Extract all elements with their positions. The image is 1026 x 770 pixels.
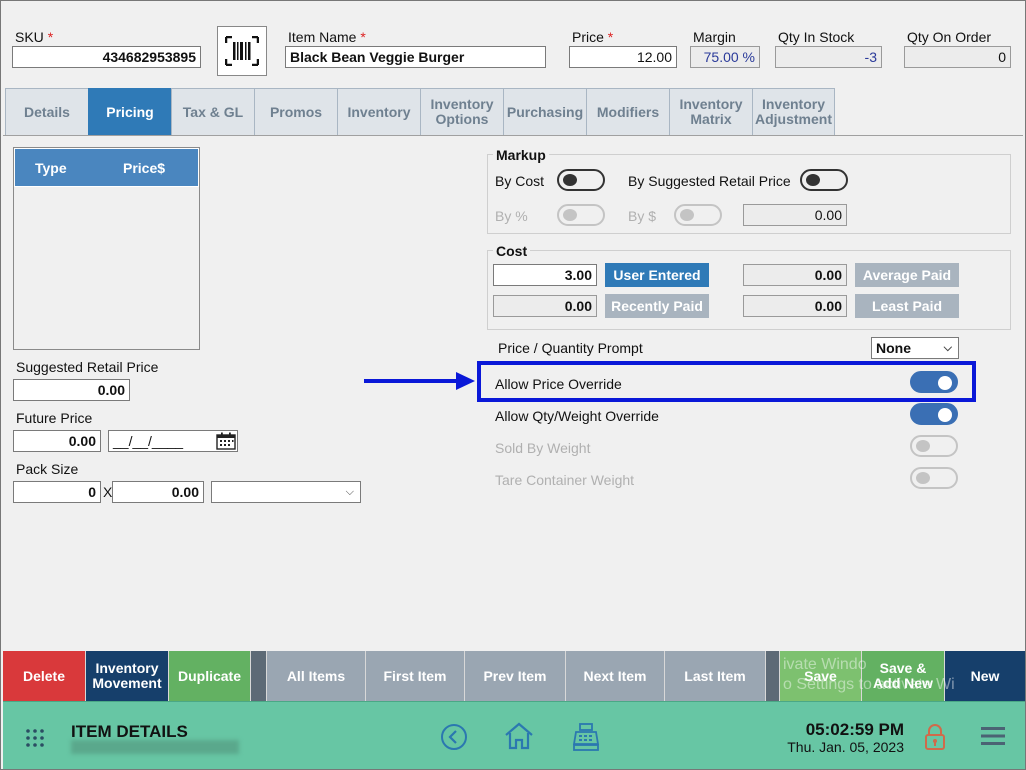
item-name-field[interactable]: Black Bean Veggie Burger [285,46,546,68]
cost-group [487,250,1011,330]
delete-button[interactable]: Delete [3,651,86,701]
qty-on-order-label: Qty On Order [907,29,992,45]
tab-promos[interactable]: Promos [254,88,337,136]
user-entered-button[interactable]: User Entered [605,263,709,287]
page-title: ITEM DETAILS [71,722,188,741]
first-item-button[interactable]: First Item [366,651,465,701]
next-item-button[interactable]: Next Item [566,651,665,701]
tare-container-weight-label: Tare Container Weight [495,472,635,488]
barcode-button[interactable] [217,26,267,76]
tab-inventory-adjustment[interactable]: Inventory Adjustment [752,88,835,136]
item-name-label: Item Name * [288,29,366,45]
apps-grid-icon[interactable] [25,728,45,748]
qty-in-stock-field: -3 [775,46,882,68]
least-paid-button[interactable]: Least Paid [855,294,959,318]
suggested-retail-field[interactable]: 0.00 [13,379,130,401]
save-add-new-button[interactable]: Save & Add New [862,651,945,701]
chevron-down-icon: ⌵ [345,486,354,498]
sold-by-weight-label: Sold By Weight [495,440,591,456]
by-dollar-label: By $ [628,208,657,224]
duplicate-button[interactable]: Duplicate [169,651,251,701]
tab-inventory-options[interactable]: Inventory Options [420,88,503,136]
price-label: Price * [572,29,614,45]
inventory-movement-button[interactable]: Inventory Movement [86,651,169,701]
price-type-table[interactable]: Type Price$ [13,147,200,350]
all-items-button[interactable]: All Items [267,651,366,701]
save-button[interactable]: Save [780,651,862,701]
tab-tax-gl[interactable]: Tax & GL [171,88,254,136]
least-paid-field: 0.00 [743,295,847,317]
price-qty-prompt-label: Price / Quantity Prompt [498,340,643,356]
qty-on-order-field: 0 [904,46,1011,68]
by-percent-toggle [557,204,605,226]
item-details-window: SKU * 434682953895 Item Name * Black Bea… [0,0,1026,770]
calendar-icon[interactable] [216,432,236,450]
future-price-field[interactable]: 0.00 [13,430,101,452]
cost-title: Cost [493,243,531,259]
barcode-icon [225,36,259,66]
by-percent-label: By % [495,208,528,224]
qty-in-stock-label: Qty In Stock [778,29,855,45]
sku-field[interactable]: 434682953895 [12,46,201,68]
clock-date: Thu. Jan. 05, 2023 [787,739,904,755]
average-paid-button[interactable]: Average Paid [855,263,959,287]
cost-field[interactable]: 3.00 [493,264,597,286]
last-item-button[interactable]: Last Item [665,651,766,701]
lock-icon[interactable] [924,723,946,751]
column-type: Type [35,159,67,176]
cash-register-icon[interactable] [571,722,601,752]
store-info-blurred [71,740,239,754]
annotation-arrow-icon [364,372,475,390]
allow-qty-weight-override-label: Allow Qty/Weight Override [495,408,659,424]
price-type-table-header: Type Price$ [14,148,199,187]
separator [251,651,267,701]
tab-inventory-matrix[interactable]: Inventory Matrix [669,88,752,136]
tab-inventory[interactable]: Inventory [337,88,420,136]
by-cost-label: By Cost [495,173,545,189]
tab-modifiers[interactable]: Modifiers [586,88,669,136]
prev-item-button[interactable]: Prev Item [465,651,566,701]
by-suggested-retail-label: By Suggested Retail Price [628,173,791,189]
tab-details[interactable]: Details [5,88,88,136]
sku-label: SKU * [15,29,54,45]
pack-x-label: X [103,484,113,500]
footer-bar: ITEM DETAILS 05:02:59 PM Thu. Jan. 05, 2… [3,701,1025,769]
by-dollar-toggle [674,204,722,226]
by-cost-toggle[interactable] [557,169,605,191]
home-icon[interactable] [503,721,535,751]
annotation-highlight-box [477,361,976,402]
pack-size-label: Pack Size [16,461,79,477]
tare-container-weight-toggle [910,467,958,489]
tab-content-divider [3,135,1023,136]
by-suggested-retail-toggle[interactable] [800,169,848,191]
tab-pricing[interactable]: Pricing [88,88,171,136]
new-button[interactable]: New [945,651,1025,701]
future-price-label: Future Price [16,410,93,426]
recently-paid-field: 0.00 [493,295,597,317]
margin-label: Margin [693,29,736,45]
tab-bar: Details Pricing Tax & GL Promos Inventor… [5,88,835,136]
pack-price-field[interactable]: 0.00 [112,481,204,503]
average-paid-field: 0.00 [743,264,847,286]
pack-unit-select[interactable]: ⌵ [211,481,361,503]
hamburger-menu-icon[interactable] [981,726,1005,746]
chevron-down-icon: ⌵ [943,342,952,354]
recently-paid-button[interactable]: Recently Paid [605,294,709,318]
separator [766,651,780,701]
price-qty-prompt-select[interactable]: None ⌵ [871,337,959,359]
margin-field: 75.00 % [690,46,760,68]
sold-by-weight-toggle [910,435,958,457]
action-bar: Delete Inventory Movement Duplicate All I… [3,651,1025,701]
tab-purchasing[interactable]: Purchasing [503,88,586,136]
suggested-retail-label: Suggested Retail Price [16,359,159,375]
column-price: Price$ [123,159,166,176]
markup-value-field: 0.00 [743,204,847,226]
price-field[interactable]: 12.00 [569,46,677,68]
allow-qty-weight-override-toggle[interactable] [910,403,958,425]
back-icon[interactable] [440,723,468,751]
pack-qty-field[interactable]: 0 [13,481,101,503]
clock-time: 05:02:59 PM [805,720,904,739]
markup-title: Markup [493,147,549,163]
